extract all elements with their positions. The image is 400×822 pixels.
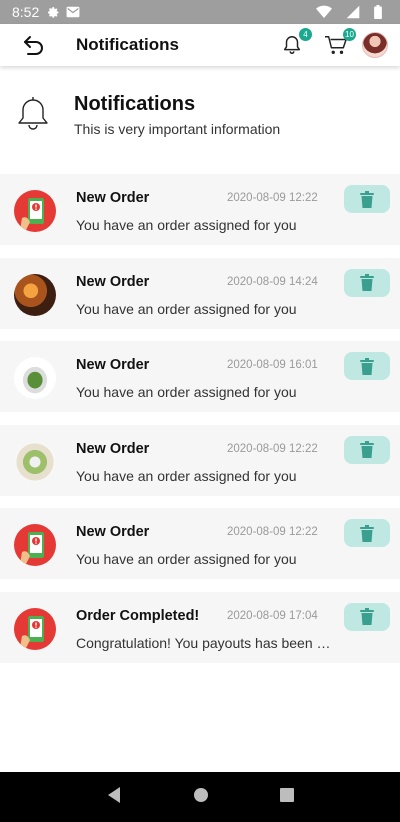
notification-time: 2020-08-09 14:24 bbox=[227, 275, 318, 288]
notification-time: 2020-08-09 16:01 bbox=[227, 359, 318, 372]
notification-title: New Order bbox=[76, 273, 150, 290]
notification-message: You have an order assigned for you bbox=[76, 217, 297, 233]
trash-icon bbox=[360, 441, 374, 459]
page-subtitle: This is very important information bbox=[74, 121, 281, 137]
system-nav-bar bbox=[0, 772, 400, 822]
notification-title: New Order bbox=[76, 190, 150, 206]
battery-icon bbox=[374, 5, 382, 19]
user-avatar[interactable] bbox=[362, 32, 388, 58]
trash-icon bbox=[360, 524, 374, 542]
app-bar-title: Notifications bbox=[76, 35, 179, 54]
notification-time: 2020-08-09 12:22 bbox=[227, 526, 318, 539]
status-time: 8:52 bbox=[12, 4, 40, 20]
cart-count-badge: 10 bbox=[343, 28, 356, 41]
trash-icon bbox=[360, 357, 374, 375]
notification-item[interactable]: New Order 2020-08-09 12:22 You have an o… bbox=[0, 424, 400, 496]
notification-time: 2020-08-09 17:04 bbox=[227, 609, 318, 622]
screen: 8:52 Notifications 4 10 Notifications Th… bbox=[0, 0, 400, 822]
gmail-icon bbox=[66, 6, 80, 18]
nav-back-button[interactable] bbox=[106, 786, 122, 809]
trash-icon bbox=[360, 190, 374, 208]
delete-button[interactable] bbox=[344, 268, 390, 297]
cart-button[interactable]: 10 bbox=[320, 28, 356, 61]
restaurant-photo bbox=[14, 273, 56, 316]
notification-time: 2020-08-09 12:22 bbox=[227, 442, 318, 455]
order-phone-icon bbox=[14, 190, 56, 232]
delete-button[interactable] bbox=[344, 602, 390, 631]
notification-message: You have an order assigned for you bbox=[76, 467, 297, 484]
nav-home-button[interactable] bbox=[193, 787, 209, 808]
back-button[interactable] bbox=[14, 25, 54, 65]
notification-title: New Order bbox=[76, 440, 150, 457]
notification-count-badge: 4 bbox=[299, 28, 312, 41]
triangle-back-icon bbox=[107, 786, 120, 803]
status-bar: 8:52 bbox=[0, 0, 400, 24]
trash-icon bbox=[360, 274, 374, 292]
notification-message: You have an order assigned for you bbox=[76, 300, 297, 317]
notification-item[interactable]: New Order 2020-08-09 14:24 You have an o… bbox=[0, 257, 400, 329]
notification-message: You have an order assigned for you bbox=[76, 384, 297, 401]
notification-message: Congratulation! You payouts has been … bbox=[76, 634, 331, 651]
nav-recents-button[interactable] bbox=[280, 787, 295, 807]
notification-item[interactable]: Order Completed! 2020-08-09 17:04 Congra… bbox=[0, 591, 400, 663]
trash-icon bbox=[360, 608, 374, 626]
notification-message: You have an order assigned for you bbox=[76, 551, 297, 568]
delete-button[interactable] bbox=[344, 435, 390, 464]
settings-icon bbox=[47, 6, 60, 19]
signal-icon bbox=[346, 5, 360, 19]
notification-item[interactable]: New Order 2020-08-09 12:22 You have an o… bbox=[0, 174, 400, 245]
notifications-header: Notifications This is very important inf… bbox=[0, 66, 400, 174]
notification-list: New Order 2020-08-09 12:22 You have an o… bbox=[0, 174, 400, 676]
back-arrow-icon bbox=[24, 36, 43, 55]
circle-home-icon bbox=[193, 787, 208, 802]
order-phone-icon bbox=[14, 607, 56, 650]
notification-time: 2020-08-09 12:22 bbox=[227, 192, 318, 204]
notification-item[interactable]: New Order 2020-08-09 12:22 You have an o… bbox=[0, 508, 400, 580]
delete-button[interactable] bbox=[344, 519, 390, 548]
food-plate-photo bbox=[14, 357, 56, 400]
bell-icon bbox=[18, 97, 48, 130]
status-right-icons bbox=[316, 5, 388, 19]
app-bar: Notifications 4 10 bbox=[0, 24, 400, 66]
notification-item[interactable]: New Order 2020-08-09 16:01 You have an o… bbox=[0, 341, 400, 413]
order-phone-icon bbox=[14, 524, 56, 567]
wifi-icon bbox=[316, 5, 332, 19]
page-title: Notifications bbox=[74, 93, 196, 115]
notifications-button[interactable]: 4 bbox=[276, 28, 312, 61]
notification-title: New Order bbox=[76, 524, 150, 541]
app-bar-actions: 4 10 bbox=[276, 28, 400, 61]
notification-title: New Order bbox=[76, 357, 150, 374]
salad-bowl-photo bbox=[14, 440, 56, 483]
square-recents-icon bbox=[280, 787, 295, 802]
delete-button[interactable] bbox=[344, 352, 390, 381]
notification-title: Order Completed! bbox=[76, 607, 200, 624]
delete-button[interactable] bbox=[344, 185, 390, 213]
